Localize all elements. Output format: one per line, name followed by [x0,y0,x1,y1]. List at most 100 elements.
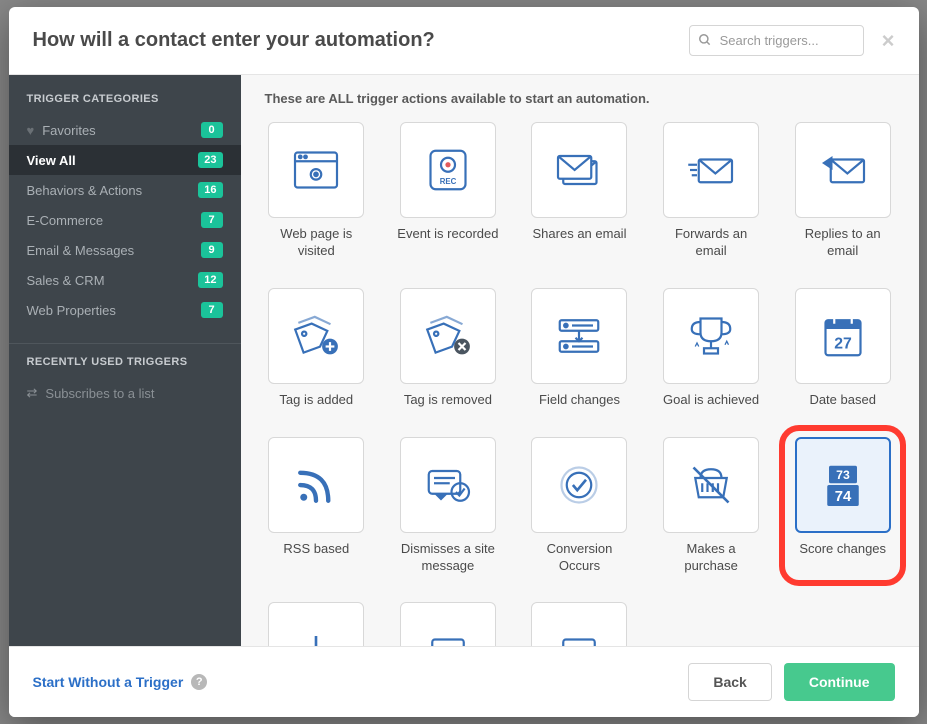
trigger-label: Forwards an email [659,226,763,260]
trigger-tile-purchase[interactable]: Makes a purchase [659,437,763,575]
sidebar-item-label: E-Commerce [27,213,201,228]
trigger-label: Replies to an email [791,226,895,260]
field-icon [531,288,627,384]
trigger-tile-share-email[interactable]: Shares an email [528,122,632,260]
purchase-icon [663,437,759,533]
calendar-icon: 27 [795,288,891,384]
search-icon [698,33,712,52]
sidebar: TRIGGER CATEGORIES ♥Favorites0View All23… [9,75,241,646]
trigger-label: Shares an email [533,226,627,243]
sidebar-separator [9,343,241,344]
trigger-grid: Web page is visited REC Event is recorded S… [265,122,895,646]
record-icon: REC [400,122,496,218]
trigger-tile-tag-add[interactable]: Tag is added [265,288,369,409]
trigger-tile-forward-email[interactable]: Forwards an email [659,122,763,260]
sidebar-item-label: Behaviors & Actions [27,183,199,198]
trigger-tile-field[interactable]: Field changes [528,288,632,409]
download-icon [268,602,364,646]
search-input[interactable] [689,25,864,56]
trigger-label: Field changes [539,392,620,409]
recent-trigger-item[interactable]: ⇄ Subscribes to a list [9,378,241,408]
sidebar-heading-recent: RECENTLY USED TRIGGERS [9,356,241,378]
sidebar-item-label: Email & Messages [27,243,201,258]
sidebar-item-count: 16 [198,182,222,198]
placeholder-icon [531,602,627,646]
trigger-label: RSS based [283,541,349,558]
svg-text:74: 74 [834,488,851,504]
forward-email-icon [663,122,759,218]
close-icon[interactable]: × [882,28,895,54]
trigger-tile-dismiss[interactable]: Dismisses a site message [396,437,500,575]
sidebar-item-count: 0 [201,122,223,138]
sidebar-item-label: Web Properties [27,303,201,318]
conversion-icon [531,437,627,533]
sidebar-item-count: 9 [201,242,223,258]
modal-footer: Start Without a Trigger ? Back Continue [9,646,919,717]
trigger-tile-calendar[interactable]: 27Date based [791,288,895,409]
sidebar-item-count: 7 [201,302,223,318]
trigger-label: Makes a purchase [659,541,763,575]
trigger-tile-partial[interactable] [528,602,632,646]
trigger-grid-scroll[interactable]: Web page is visited REC Event is recorded S… [241,114,919,646]
start-without-label: Start Without a Trigger [33,674,184,690]
continue-button[interactable]: Continue [784,663,895,701]
trigger-tile-rss[interactable]: RSS based [265,437,369,575]
modal-header: How will a contact enter your automation… [9,7,919,75]
svg-text:27: 27 [834,335,852,352]
recent-label: Subscribes to a list [45,386,154,401]
tag-add-icon [268,288,364,384]
trigger-tile-conversion[interactable]: Conversion Occurs [528,437,632,575]
reply-email-icon [795,122,891,218]
placeholder-icon [400,602,496,646]
swap-icon: ⇄ [27,385,38,401]
sidebar-heading-categories: TRIGGER CATEGORIES [9,93,241,115]
main-description: These are ALL trigger actions available … [241,75,919,114]
trigger-tile-reply-email[interactable]: Replies to an email [791,122,895,260]
sidebar-item-web-properties[interactable]: Web Properties7 [9,295,241,325]
trigger-label: Event is recorded [397,226,498,243]
sidebar-item-email-messages[interactable]: Email & Messages9 [9,235,241,265]
trigger-tile-tag-remove[interactable]: Tag is removed [396,288,500,409]
trigger-label: Conversion Occurs [528,541,632,575]
sidebar-item-label: Sales & CRM [27,273,199,288]
sidebar-item-count: 23 [198,152,222,168]
modal-title: How will a contact enter your automation… [33,29,689,52]
rss-icon [268,437,364,533]
trigger-label: Score changes [799,541,886,558]
sidebar-item-label: View All [27,153,199,168]
trophy-icon [663,288,759,384]
share-email-icon [531,122,627,218]
back-button[interactable]: Back [688,663,771,701]
sidebar-item-behaviors-actions[interactable]: Behaviors & Actions16 [9,175,241,205]
dismiss-icon [400,437,496,533]
sidebar-item-count: 12 [198,272,222,288]
search-wrap [689,25,864,56]
trigger-label: Goal is achieved [663,392,759,409]
sidebar-item-sales-crm[interactable]: Sales & CRM12 [9,265,241,295]
trigger-tile-trophy[interactable]: Goal is achieved [659,288,763,409]
sidebar-item-count: 7 [201,212,223,228]
score-icon: 7374 [795,437,891,533]
main-panel: These are ALL trigger actions available … [241,75,919,646]
trigger-tile-score[interactable]: 7374 Score changes [779,425,907,587]
trigger-tile-webpage[interactable]: Web page is visited [265,122,369,260]
trigger-label: Tag is removed [404,392,492,409]
help-icon[interactable]: ? [191,674,207,690]
svg-text:REC: REC [440,177,457,186]
start-without-trigger-link[interactable]: Start Without a Trigger ? [33,674,208,690]
sidebar-item-e-commerce[interactable]: E-Commerce7 [9,205,241,235]
heart-icon: ♥ [27,123,35,138]
sidebar-item-favorites[interactable]: ♥ Favorites0 [9,115,241,145]
trigger-tile-partial[interactable] [265,602,369,646]
trigger-modal: How will a contact enter your automation… [9,7,919,717]
webpage-icon [268,122,364,218]
tag-remove-icon [400,288,496,384]
trigger-label: Dismisses a site message [396,541,500,575]
sidebar-item-view-all[interactable]: View All23 [9,145,241,175]
modal-body: TRIGGER CATEGORIES ♥Favorites0View All23… [9,75,919,646]
trigger-tile-record[interactable]: REC Event is recorded [396,122,500,260]
trigger-tile-partial[interactable] [396,602,500,646]
sidebar-item-label: Favorites [42,123,200,138]
trigger-label: Tag is added [279,392,353,409]
trigger-label: Web page is visited [265,226,369,260]
